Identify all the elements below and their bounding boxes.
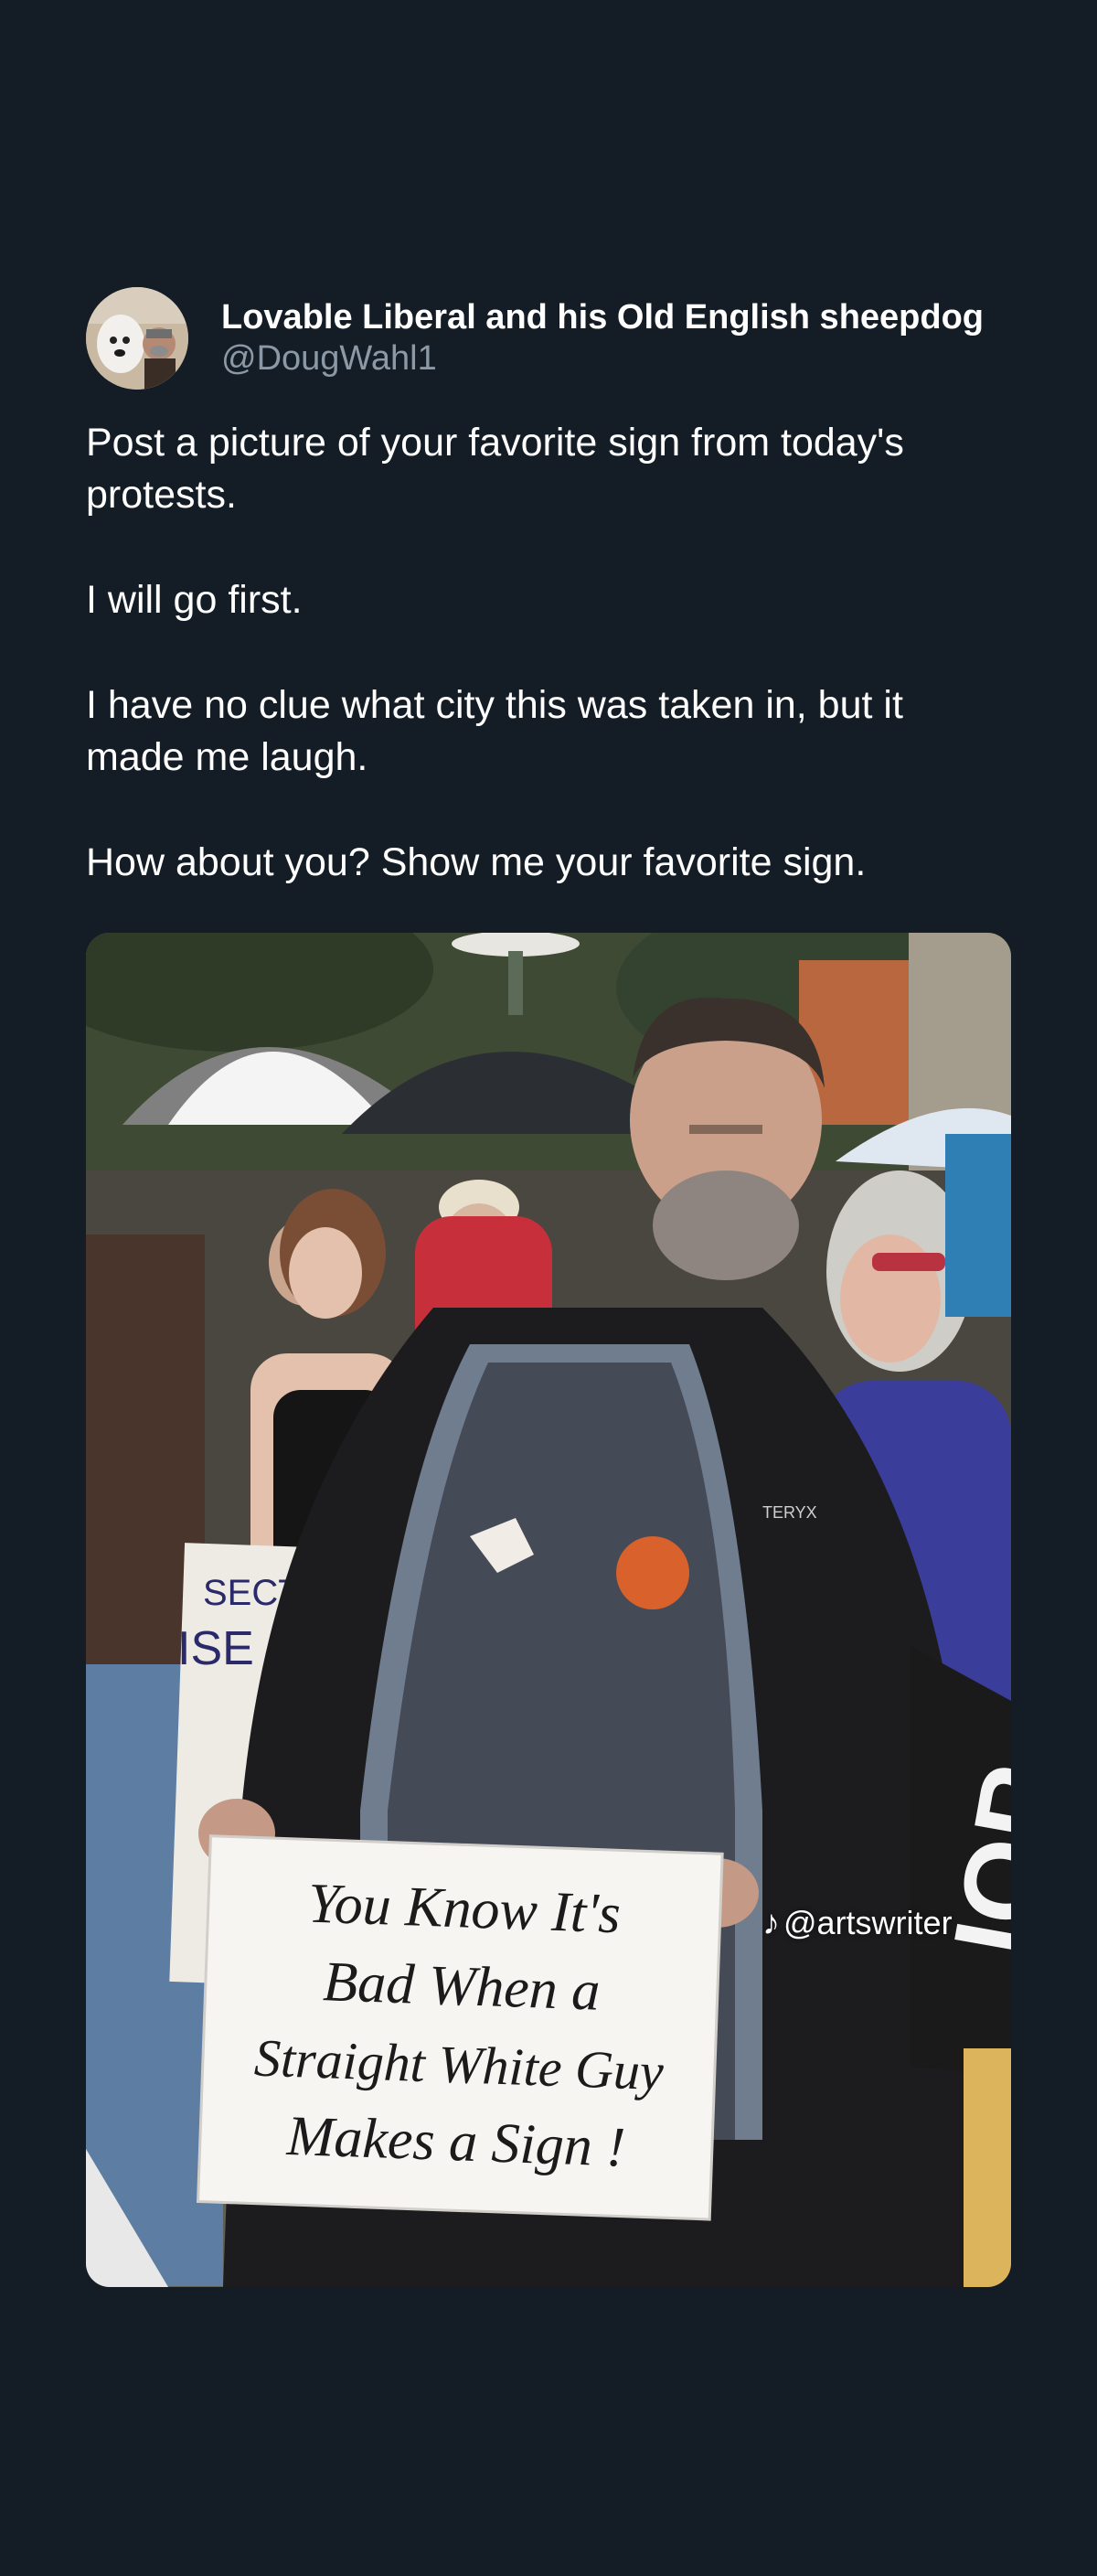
avatar[interactable] — [86, 287, 188, 390]
sign-line: You Know It's — [307, 1873, 622, 1946]
sign-line: Makes a Sign ! — [285, 2105, 626, 2179]
protest-photo: SECTION ISE 8 TERYX IOP You Know It's Ba… — [86, 933, 1011, 2287]
tweet-paragraph: How about you? Show me your favorite sig… — [86, 840, 867, 884]
tweet-paragraph: Post a picture of your favorite sign fro… — [86, 421, 904, 517]
tweet-header: Lovable Liberal and his Old English shee… — [86, 287, 1011, 390]
tweet-text: Post a picture of your favorite sign fro… — [86, 417, 1011, 889]
jacket-brand-text: TERYX — [762, 1503, 817, 1522]
display-name[interactable]: Lovable Liberal and his Old English shee… — [221, 297, 1011, 337]
tiktok-icon: ♪ — [762, 1904, 780, 1942]
main-protest-sign: You Know It's Bad When a Straight White … — [196, 1834, 724, 2221]
tweet-paragraph: I have no clue what city this was taken … — [86, 683, 903, 779]
tiktok-watermark: ♪ @artswriter — [762, 1904, 953, 1943]
author-names: Lovable Liberal and his Old English shee… — [221, 297, 1011, 379]
tweet-paragraph: I will go first. — [86, 578, 303, 622]
sign-line: Bad When a — [322, 1951, 601, 2023]
user-handle[interactable]: @DougWahl1 — [221, 337, 1011, 379]
tweet-card: Lovable Liberal and his Old English shee… — [86, 287, 1011, 889]
tweet-photo[interactable]: SECTION ISE 8 TERYX IOP You Know It's Ba… — [86, 933, 1011, 2287]
avatar-image — [86, 287, 188, 390]
watermark-text: @artswriter — [783, 1904, 953, 1941]
